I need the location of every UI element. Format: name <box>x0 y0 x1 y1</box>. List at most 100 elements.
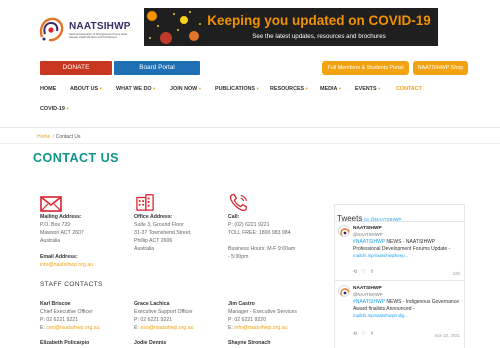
tweet-author-handle[interactable]: @NAATSIHWP <box>353 232 383 237</box>
banner-artwork-icon <box>144 8 204 46</box>
chevron-down-icon: ▾ <box>99 86 102 91</box>
nav-item-events[interactable]: EVENTS ▾ <box>355 86 380 92</box>
mailing-address-label: Mailing Address: <box>40 214 82 220</box>
staff-email-link[interactable]: ceo@naatsihwp.org.au <box>46 325 99 331</box>
staff-phone[interactable]: P: 02 6221 9221 <box>40 317 78 323</box>
breadcrumb-separator: / <box>52 134 54 140</box>
nav-item-what-we-do[interactable]: WHAT WE DO ▾ <box>116 86 155 92</box>
nav-item-covid-19[interactable]: COVID-19 ▾ <box>40 106 69 112</box>
tweet-date[interactable]: 23h <box>453 271 460 276</box>
nav-divider <box>0 127 500 128</box>
staff-name: Jodie Dennis <box>134 340 167 346</box>
tweet-actions: ⟲ ♡ ⇪ <box>353 331 374 337</box>
nav-item-media[interactable]: MEDIA ▾ <box>320 86 341 92</box>
nav-item-resources[interactable]: RESOURCES ▾ <box>270 86 308 92</box>
chevron-down-icon: ▾ <box>256 86 259 91</box>
site-header: NAATSIHWP National Association of Aborig… <box>0 0 500 58</box>
timeline-divider <box>335 221 464 222</box>
chevron-down-icon: ▾ <box>305 86 308 91</box>
mail-icon <box>40 196 62 212</box>
office-address-line: Australia <box>134 246 155 252</box>
staff-email-link[interactable]: info@naatsihwp.org.au <box>234 325 287 331</box>
nav-item-home[interactable]: HOME <box>40 86 56 92</box>
logo-mark-icon <box>36 15 66 45</box>
phone-icon <box>229 194 247 211</box>
chevron-down-icon: ▾ <box>338 86 342 91</box>
like-icon[interactable]: ♡ <box>361 331 365 337</box>
reply-icon[interactable]: ⟲ <box>353 269 357 275</box>
logo-subtitle: National Association of Aboriginal and T… <box>69 32 128 39</box>
breadcrumb: Home / Contact Us <box>37 134 80 140</box>
chevron-down-icon: ▾ <box>198 86 202 91</box>
staff-role: Chief Executive Officer <box>40 309 93 315</box>
nav-item-about-us[interactable]: ABOUT US ▾ <box>70 86 102 92</box>
avatar[interactable] <box>338 285 350 297</box>
tweet-author-name[interactable]: NAATSIHWP <box>353 286 382 291</box>
staff-name: Grace Lachica <box>134 301 170 307</box>
logo-name: NAATSIHWP <box>69 20 131 32</box>
breadcrumb-current: Contact Us <box>55 134 81 140</box>
site-logo[interactable]: NAATSIHWP National Association of Aborig… <box>36 14 136 46</box>
mailing-address-line: Mawson ACT 2607 <box>40 230 84 236</box>
staff-phone[interactable]: P: 02 6221 9220 <box>228 317 266 323</box>
board-portal-button[interactable]: Board Portal <box>114 61 200 75</box>
nav-item-publications[interactable]: PUBLICATIONS ▾ <box>215 86 259 92</box>
nav-item-join-now[interactable]: JOIN NOW ▾ <box>170 86 201 92</box>
call-label: Call: <box>228 214 240 220</box>
office-address-line: 31-37 Townshend Street, <box>134 230 192 236</box>
reply-icon[interactable]: ⟲ <box>353 331 357 337</box>
like-icon[interactable]: ♡ <box>361 269 365 275</box>
share-icon[interactable]: ⇪ <box>370 269 374 275</box>
page-title: CONTACT US <box>33 151 120 165</box>
tweet-link[interactable]: mailchi.mp/naatsihwp/indig... <box>353 313 408 318</box>
timeline-header: Tweets by @NAATSIHWP <box>337 208 401 226</box>
staff-contacts-heading: STAFF CONTACTS <box>40 281 103 288</box>
tweet-date[interactable]: Nov 10, 2021 <box>434 333 460 338</box>
twitter-timeline[interactable]: Tweets by @NAATSIHWP NAATSIHWP @NAATSIHWP… <box>334 204 465 348</box>
staff-role: Executive Support Officer <box>134 309 193 315</box>
chevron-down-icon: ▾ <box>153 86 156 91</box>
nav-item-contact[interactable]: CONTACT <box>396 86 422 92</box>
office-address-label: Office Address: <box>134 214 173 220</box>
tweet-text: #NAATSIHWP NEWS - NAATSIHWP <box>353 239 436 245</box>
covid-banner[interactable]: Keeping you updated on COVID-19 See the … <box>144 8 438 46</box>
mailing-address-line: P.O. Box 729 <box>40 222 71 228</box>
staff-email-link[interactable]: eso@naatsihwp.org.au <box>140 325 193 331</box>
banner-subtitle: See the latest updates, resources and br… <box>252 33 386 40</box>
tweet-hashtag[interactable]: #NAATSIHWP <box>353 299 385 305</box>
timeline-divider <box>335 280 464 281</box>
office-building-icon <box>136 194 154 211</box>
shop-button[interactable]: NAATSIHWP Shop <box>413 61 468 75</box>
email-address-link[interactable]: info@naatsihwp.org.au <box>40 262 93 268</box>
office-address-line: Suite 3, Ground Floor <box>134 222 184 228</box>
staff-name: Shayne Stronach <box>228 340 271 346</box>
staff-email: E: eso@naatsihwp.org.au <box>134 325 194 331</box>
breadcrumb-home-link[interactable]: Home <box>37 134 50 140</box>
office-address-line: Phillip ACT 2606 <box>134 238 173 244</box>
business-hours: - 5:00pm <box>228 254 249 260</box>
call-toll-free[interactable]: TOLL FREE: 1800 983 984 <box>228 230 291 236</box>
tweet-text: Award finalists Announced - <box>353 306 415 312</box>
staff-name: Jim Castro <box>228 301 255 307</box>
breadcrumb-divider <box>0 143 500 144</box>
call-phone[interactable]: P: (02) 6221 9221 <box>228 222 270 228</box>
tweet-author-handle[interactable]: @NAATSIHWP <box>353 292 383 297</box>
tweet-link[interactable]: mailchi.mp/naatsihwp/keep... <box>353 253 408 258</box>
mailing-address-line: Australia <box>40 238 61 244</box>
chevron-down-icon: ▾ <box>66 106 69 111</box>
chevron-down-icon: ▾ <box>378 86 381 91</box>
tweet-hashtag[interactable]: #NAATSIHWP <box>353 239 385 245</box>
tweet-text: Professional Development Forums Update - <box>353 246 451 252</box>
share-icon[interactable]: ⇪ <box>370 331 374 337</box>
staff-email: E: info@naatsihwp.org.au <box>228 325 288 331</box>
members-portal-button[interactable]: Full Members & Students Portal <box>322 61 409 75</box>
avatar[interactable] <box>338 225 350 237</box>
staff-phone[interactable]: P: 02 6221 9221 <box>134 317 172 323</box>
email-address-label: Email Address: <box>40 254 78 260</box>
tweet-actions: ⟲ ♡ ⇪ <box>353 269 374 275</box>
business-hours: Business Hours: M-F 9:00am <box>228 246 296 252</box>
tweet-author-name[interactable]: NAATSIHWP <box>353 226 382 231</box>
staff-name: Karl Briscoe <box>40 301 71 307</box>
staff-email: E: ceo@naatsihwp.org.au <box>40 325 100 331</box>
donate-button[interactable]: DONATE <box>40 61 112 75</box>
